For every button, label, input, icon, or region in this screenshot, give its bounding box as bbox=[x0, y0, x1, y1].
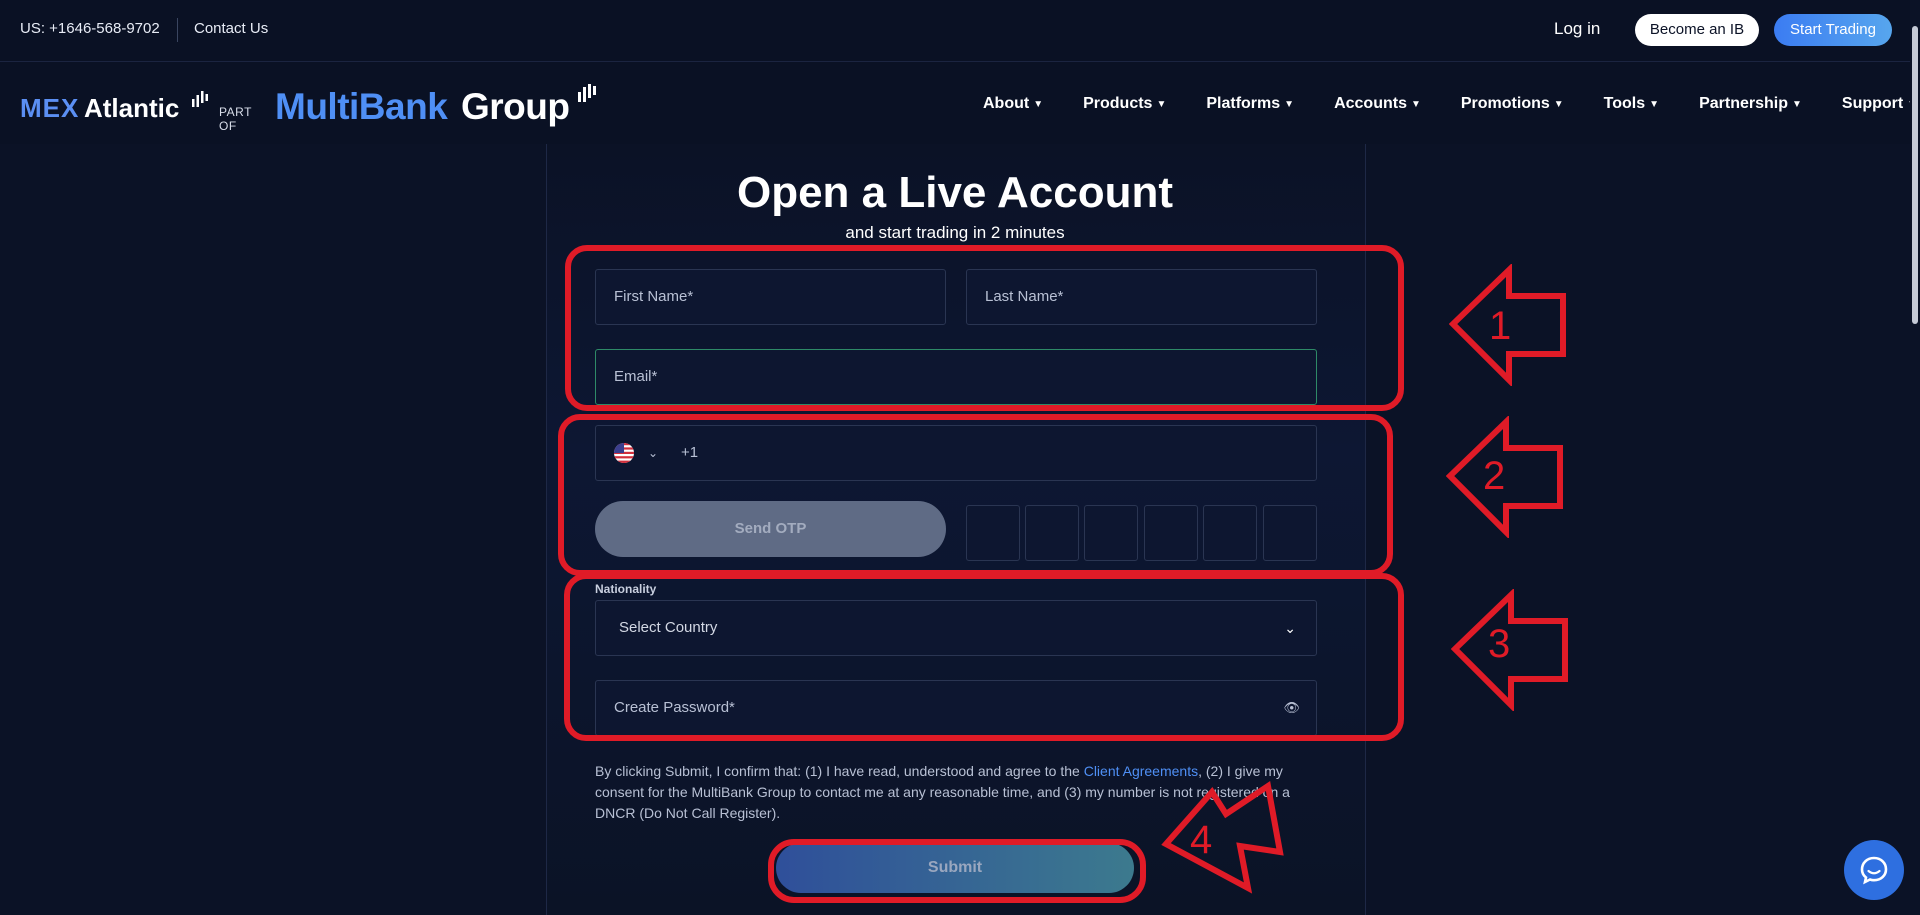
chat-button[interactable] bbox=[1844, 840, 1904, 900]
nav-item-products[interactable]: Products ▼ bbox=[1083, 95, 1166, 113]
nav-item-accounts[interactable]: Accounts ▼ bbox=[1334, 95, 1421, 113]
nav-item-support[interactable]: Support▼ bbox=[1842, 95, 1917, 113]
page-subtitle: and start trading in 2 minutes bbox=[845, 223, 1065, 242]
annotation-number-3: 3 bbox=[1488, 622, 1511, 666]
arrow-down-left-icon bbox=[1161, 780, 1284, 894]
client-agreements-link[interactable]: Client Agreements bbox=[1084, 763, 1198, 779]
annotation-number-1: 1 bbox=[1489, 304, 1512, 348]
nav-label: Partnership bbox=[1699, 95, 1788, 112]
caret-down-icon: ▼ bbox=[1284, 99, 1295, 110]
nav-label: About bbox=[983, 95, 1030, 112]
nav-label: Accounts bbox=[1334, 95, 1407, 112]
logo-mex: MEX bbox=[20, 93, 80, 123]
caret-down-icon: ▼ bbox=[1410, 99, 1421, 110]
logo-part-of: PART OF bbox=[219, 105, 252, 133]
logo-multibank: MultiBank bbox=[275, 86, 448, 127]
start-trading-button[interactable]: Start Trading bbox=[1774, 14, 1892, 46]
nav-label: Platforms bbox=[1206, 95, 1281, 112]
annotation-number-2: 2 bbox=[1483, 454, 1506, 498]
annotation-box-3 bbox=[564, 573, 1404, 741]
nav-item-partnership[interactable]: Partnership ▼ bbox=[1699, 95, 1802, 113]
login-link[interactable]: Log in bbox=[1554, 19, 1600, 39]
caret-down-icon: ▼ bbox=[1156, 99, 1167, 110]
topbar-divider bbox=[177, 18, 178, 42]
consent-prefix: By clicking Submit, I confirm that: (1) … bbox=[595, 763, 1084, 779]
logo-atlantic: Atlantic bbox=[84, 93, 180, 123]
nav-item-platforms[interactable]: Platforms ▼ bbox=[1206, 95, 1294, 113]
main-nav: MEX Atlantic PART OF MultiBank Group Abo… bbox=[0, 62, 1920, 144]
caret-down-icon: ▼ bbox=[1649, 99, 1660, 110]
contact-us-link[interactable]: Contact Us bbox=[194, 20, 268, 37]
logo-bars-icon bbox=[192, 91, 208, 107]
nav-label: Tools bbox=[1603, 95, 1646, 112]
annotation-box-2 bbox=[558, 414, 1393, 576]
page-title: Open a Live Account bbox=[736, 168, 1173, 217]
annotation-box-4 bbox=[768, 839, 1146, 903]
phone-number[interactable]: US: +1646-568-9702 bbox=[20, 20, 160, 37]
nav-label: Support bbox=[1841, 95, 1904, 112]
nav-menu: About ▼ Products ▼ Platforms ▼ Accounts ▼ Pr… bbox=[983, 95, 1920, 113]
annotation-number-4: 4 bbox=[1190, 818, 1213, 862]
top-bar: US: +1646-568-9702 Contact Us Log in Bec… bbox=[0, 0, 1920, 62]
annotation-box-1 bbox=[565, 245, 1404, 411]
nav-item-about[interactable]: About ▼ bbox=[983, 95, 1043, 113]
caret-down-icon: ▼ bbox=[1033, 99, 1044, 110]
caret-down-icon: ▼ bbox=[1791, 99, 1802, 110]
nav-item-tools[interactable]: Tools ▼ bbox=[1604, 95, 1659, 113]
caret-down-icon: ▼ bbox=[1553, 99, 1564, 110]
scrollbar-thumb[interactable] bbox=[1912, 26, 1918, 324]
logo-bars-icon bbox=[578, 84, 596, 102]
chat-icon bbox=[1860, 856, 1888, 885]
scrollbar[interactable] bbox=[1910, 0, 1920, 915]
nav-label: Products bbox=[1083, 95, 1153, 112]
nav-item-promotions[interactable]: Promotions ▼ bbox=[1461, 95, 1564, 113]
nav-label: Promotions bbox=[1460, 95, 1550, 112]
logo-group: Group bbox=[461, 86, 570, 127]
become-ib-button[interactable]: Become an IB bbox=[1635, 14, 1759, 46]
